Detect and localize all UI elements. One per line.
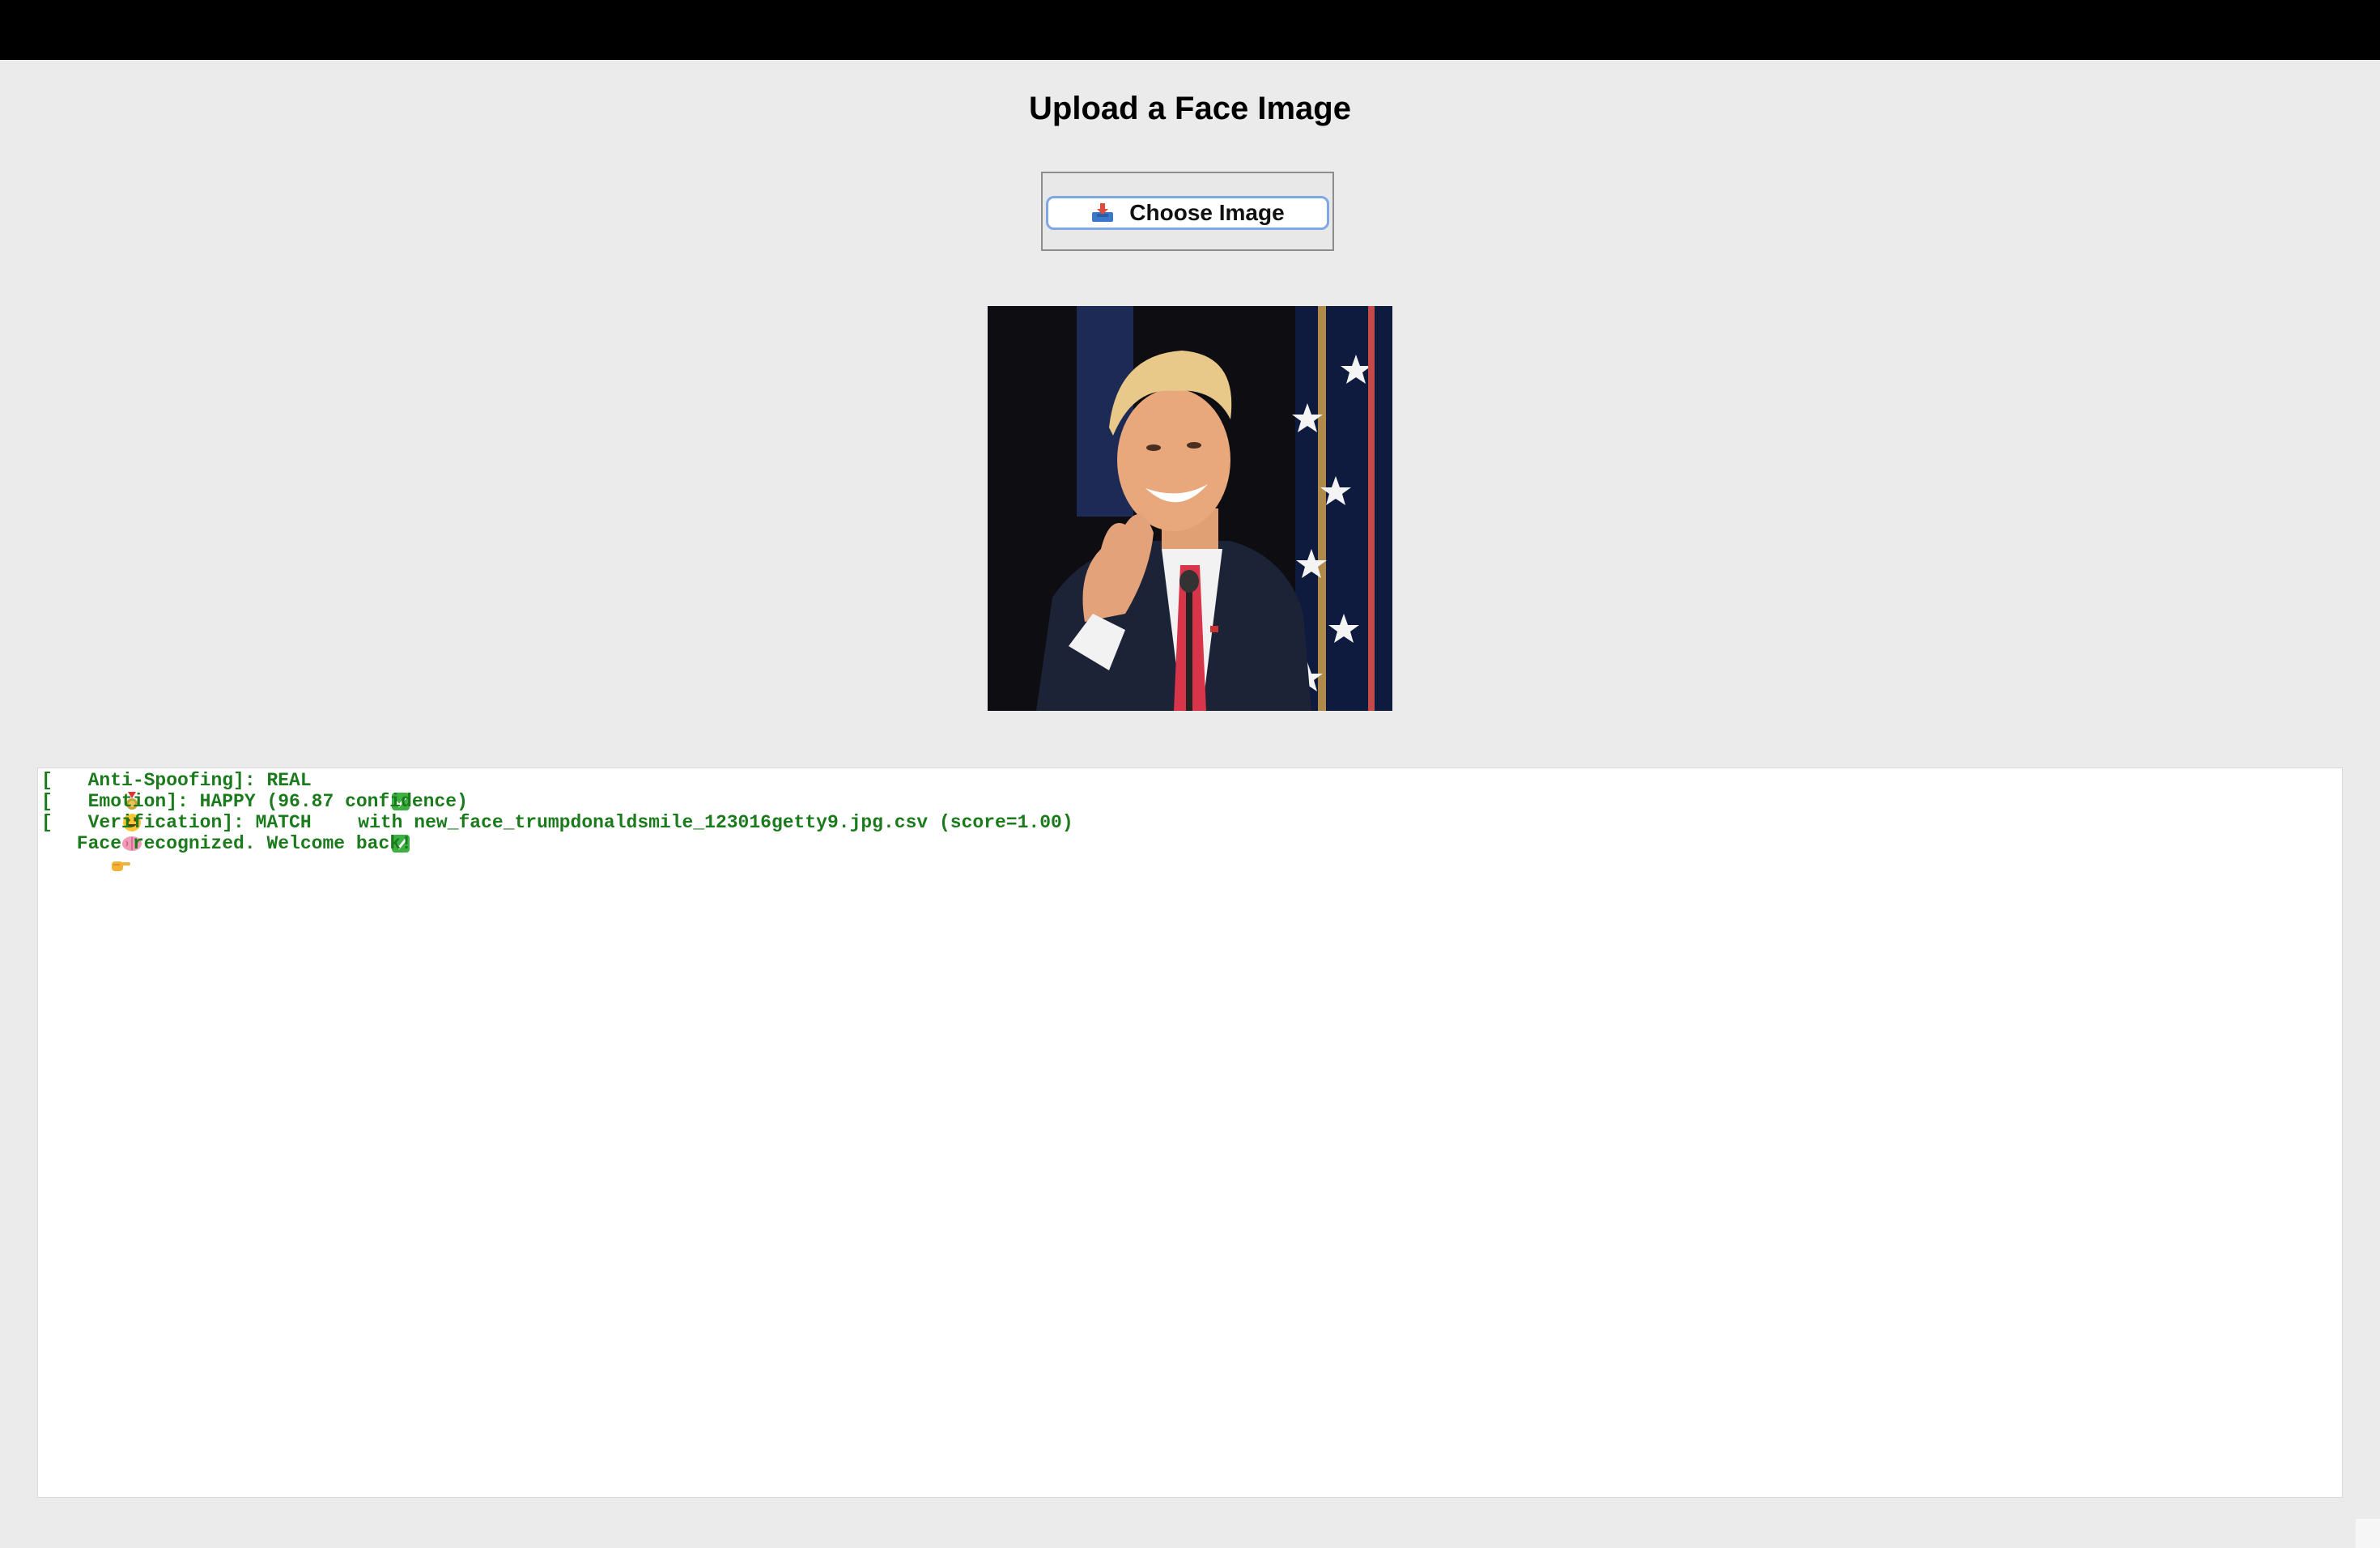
uploaded-face-photo xyxy=(988,306,1392,711)
inbox-tray-icon xyxy=(1090,202,1115,223)
pointing-hand-icon xyxy=(43,834,130,871)
resize-corner xyxy=(2356,1519,2380,1548)
log-line-emotion: [ Emotion]: HAPPY (96.87 confidence) xyxy=(41,791,2339,831)
log-line-welcome: Face recognized. Welcome back! xyxy=(41,833,2339,871)
log-output-panel[interactable]: [ Anti-Spoofing]: REAL [ Emotion]: HAPPY… xyxy=(37,768,2343,1498)
brain-icon xyxy=(54,813,142,851)
check-mark-icon xyxy=(324,813,410,853)
medal-icon xyxy=(54,771,138,810)
top-bar xyxy=(0,0,2380,60)
choose-image-label: Choose Image xyxy=(1129,200,1285,225)
log-line-anti-spoofing: [ Anti-Spoofing]: REAL xyxy=(41,770,2339,810)
log-line-verification: [ Verification]: MATCH with new_face_tru… xyxy=(41,812,2339,853)
check-mark-icon xyxy=(324,771,410,810)
choose-image-button[interactable]: Choose Image xyxy=(1046,196,1329,230)
upload-frame: Choose Image xyxy=(1041,172,1334,251)
smiley-icon xyxy=(54,792,141,831)
page-title: Upload a Face Image xyxy=(1029,91,1351,126)
